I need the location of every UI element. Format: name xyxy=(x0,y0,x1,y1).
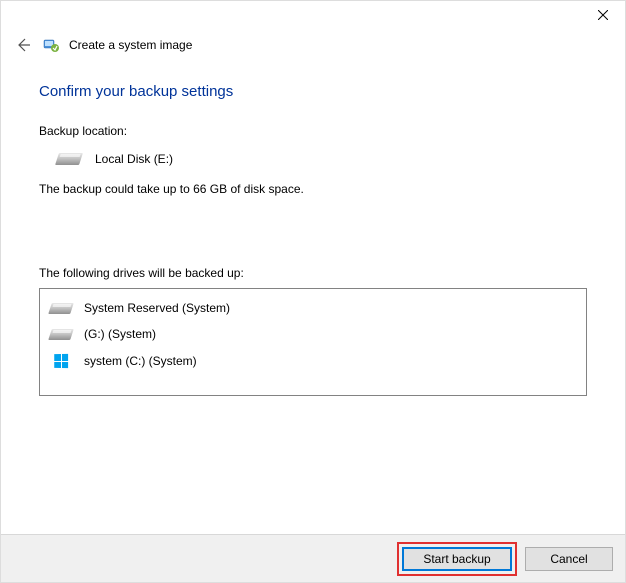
start-backup-button[interactable]: Start backup xyxy=(402,547,512,571)
list-item: system (C:) (System) xyxy=(40,347,586,375)
dialog-footer: Start backup Cancel xyxy=(1,534,625,582)
content-area: Confirm your backup settings Backup loca… xyxy=(1,55,625,396)
drive-name: System Reserved (System) xyxy=(84,301,230,315)
drives-label: The following drives will be backed up: xyxy=(39,266,587,280)
arrow-left-icon xyxy=(15,37,31,53)
wizard-title: Create a system image xyxy=(69,38,192,52)
windows-disk-icon xyxy=(50,353,72,369)
drive-name: (G:) (System) xyxy=(84,327,156,341)
list-item: System Reserved (System) xyxy=(40,295,586,321)
drives-list: System Reserved (System) (G:) (System) s… xyxy=(39,288,587,396)
close-icon xyxy=(598,10,608,20)
size-info-text: The backup could take up to 66 GB of dis… xyxy=(39,182,587,196)
system-image-icon xyxy=(43,37,59,53)
disk-icon xyxy=(48,303,74,314)
wizard-header: Create a system image xyxy=(1,31,625,55)
drive-name: system (C:) (System) xyxy=(84,354,197,368)
disk-icon xyxy=(48,329,74,340)
list-item: (G:) (System) xyxy=(40,321,586,347)
backup-location-row: Local Disk (E:) xyxy=(39,152,587,166)
titlebar xyxy=(1,1,625,31)
backup-location-value: Local Disk (E:) xyxy=(95,152,173,166)
highlight-box: Start backup xyxy=(397,542,517,576)
cancel-button[interactable]: Cancel xyxy=(525,547,613,571)
disk-icon xyxy=(55,153,83,165)
close-button[interactable] xyxy=(580,1,625,29)
backup-location-label: Backup location: xyxy=(39,124,587,138)
page-heading: Confirm your backup settings xyxy=(39,83,587,100)
back-button[interactable] xyxy=(13,35,33,55)
